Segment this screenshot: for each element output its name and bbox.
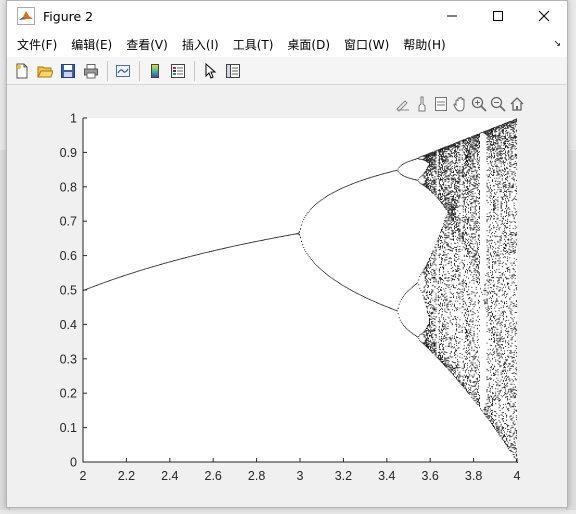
restore-view-icon — [510, 97, 523, 111]
x-tick-label: 2.4 — [161, 469, 178, 483]
toolbar-separator — [107, 60, 108, 81]
x-tick-label: 3.8 — [465, 469, 482, 483]
y-tick-label: 0.8 — [60, 180, 77, 194]
property-inspector-button[interactable] — [222, 60, 244, 82]
menu-insert[interactable]: 插入(I) — [176, 31, 227, 57]
minimize-icon — [447, 15, 457, 17]
x-tick-label: 3.2 — [335, 469, 352, 483]
menu-desktop[interactable]: 桌面(D) — [281, 31, 338, 57]
maximize-button[interactable] — [475, 1, 521, 31]
data-brush-icon — [418, 96, 425, 112]
zoom-in-button[interactable] — [469, 94, 488, 114]
matlab-logo-icon — [17, 7, 35, 25]
edit-plot-icon — [205, 62, 217, 79]
menu-edit[interactable]: 编辑(E) — [65, 31, 120, 57]
x-tick-label: 4 — [514, 469, 521, 483]
y-tick-label: 0.6 — [60, 249, 77, 263]
data-tips-button[interactable] — [431, 94, 450, 114]
figure-toolbar — [7, 57, 567, 85]
menu-dock-arrow-icon[interactable]: ↘ — [553, 39, 561, 49]
figure-canvas-area: 2 2.2 2.4 2.6 2.8 3 3.2 3.4 3.6 3.8 4 0 0.1 0.2 0.3 0.4… — [8, 86, 566, 506]
menu-help[interactable]: 帮助(H) — [397, 31, 453, 57]
axes-background[interactable] — [83, 118, 517, 462]
y-tick-label: 0.7 — [60, 215, 77, 229]
zoom-out-icon — [490, 96, 506, 112]
x-tick-label: 2.2 — [118, 469, 135, 483]
edit-plot-button[interactable] — [199, 60, 221, 82]
y-tick-label: 0.9 — [60, 146, 77, 160]
save-button[interactable] — [57, 60, 79, 82]
pan-icon — [452, 96, 464, 112]
menu-file[interactable]: 文件(F) — [11, 31, 65, 57]
x-tick-label: 3.4 — [378, 469, 395, 483]
print-button[interactable] — [80, 60, 102, 82]
insert-colorbar-button[interactable] — [144, 60, 166, 82]
close-button[interactable] — [521, 1, 567, 31]
data-tips-icon — [434, 97, 447, 111]
toolbar-separator — [139, 60, 140, 81]
new-figure-icon — [16, 63, 28, 78]
save-icon — [61, 63, 75, 78]
y-tick-label: 0.4 — [60, 318, 77, 332]
close-icon — [538, 10, 550, 22]
y-tick-label: 0.5 — [60, 284, 77, 298]
title-bar[interactable]: Figure 2 — [7, 1, 567, 31]
y-tick-label: 0.3 — [60, 352, 77, 366]
toolbar-separator — [194, 60, 195, 81]
brush-edit-button[interactable] — [393, 94, 412, 114]
open-file-icon — [37, 66, 53, 77]
insert-legend-button[interactable] — [167, 60, 189, 82]
bifurcation-plot[interactable]: 2 2.2 2.4 2.6 2.8 3 3.2 3.4 3.6 3.8 4 0 0.1 0.2 0.3 0.4… — [8, 86, 566, 506]
restore-view-button[interactable] — [507, 94, 526, 114]
open-file-button[interactable] — [34, 60, 56, 82]
zoom-out-button[interactable] — [488, 94, 507, 114]
maximize-icon — [493, 11, 503, 21]
link-plot-button[interactable] — [112, 60, 134, 82]
y-tick-label: 0.2 — [60, 387, 77, 401]
x-tick-label: 3.6 — [422, 469, 439, 483]
axes-toolbar — [393, 94, 526, 114]
menu-view[interactable]: 查看(V) — [120, 31, 176, 57]
x-tick-label: 2.8 — [248, 469, 265, 483]
insert-legend-icon — [171, 63, 185, 78]
y-tick-label: 0.1 — [60, 421, 77, 435]
x-tick-label: 2 — [80, 469, 87, 483]
x-tick-label: 3 — [297, 469, 304, 483]
print-icon — [84, 63, 98, 78]
zoom-in-icon — [471, 96, 487, 112]
new-figure-button[interactable] — [11, 60, 33, 82]
pan-button[interactable] — [450, 94, 469, 114]
brush-edit-icon — [395, 100, 409, 112]
property-inspector-icon — [226, 63, 240, 78]
y-tick-label: 1 — [70, 112, 77, 126]
y-tick-label: 0 — [70, 456, 77, 470]
data-brush-button[interactable] — [412, 94, 431, 114]
menu-window[interactable]: 窗口(W) — [338, 31, 397, 57]
minimize-button[interactable] — [429, 1, 475, 31]
window-title: Figure 2 — [43, 8, 94, 24]
menu-tools[interactable]: 工具(T) — [227, 31, 282, 57]
insert-colorbar-icon — [151, 63, 159, 78]
menu-bar: 文件(F) 编辑(E) 查看(V) 插入(I) 工具(T) 桌面(D) 窗口(W… — [7, 31, 567, 57]
x-tick-label: 2.6 — [205, 469, 222, 483]
link-plot-icon — [116, 64, 130, 77]
figure-window: Figure 2 文件(F) 编辑(E) 查看(V) 插入(I) 工具(T) 桌… — [6, 0, 568, 508]
